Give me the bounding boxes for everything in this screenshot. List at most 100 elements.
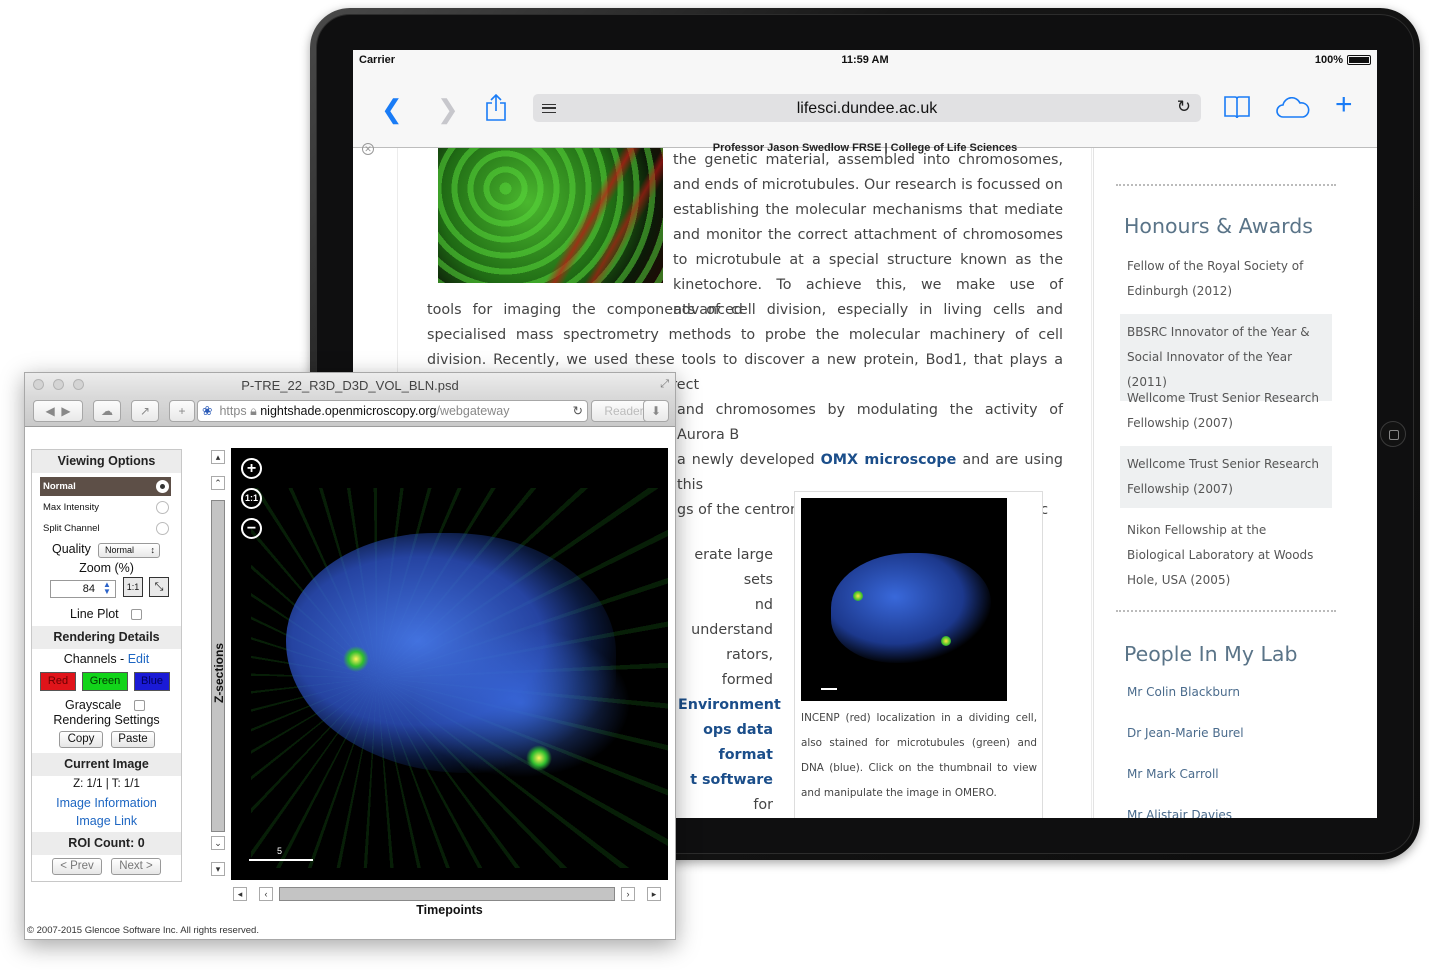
roi-count: ROI Count: 0 [32,832,181,855]
t-last-icon[interactable]: ▸ [647,887,661,901]
battery-percent: 100% [1314,54,1343,66]
address-bar[interactable]: lifesci.dundee.ac.uk ↻ [533,94,1201,122]
radio-button[interactable] [156,480,169,493]
chevron-right-icon[interactable]: ❯ [437,96,459,122]
line-plot-checkbox[interactable] [131,609,142,620]
reload-icon[interactable]: ↻ [573,401,583,421]
person-link[interactable]: Mr Colin Blackburn [1127,685,1240,699]
spot [941,636,951,646]
zoom-out-icon[interactable]: − [241,518,262,539]
t-first-icon[interactable]: ◂ [233,887,247,901]
timepoint-slider[interactable] [279,887,615,901]
channels-label: Channels [63,652,117,666]
stage: Carrier 11:59 AM 100% ❮ ❯ lifesci.dundee… [0,0,1429,970]
channel-button-red[interactable]: Red [40,672,76,691]
book-icon[interactable] [1223,94,1251,124]
z-first-icon[interactable]: ▴ [211,450,225,464]
person-link[interactable]: Dr Jean-Marie Burel [1127,726,1244,740]
next-button[interactable]: Next > [111,858,161,875]
t-prev-icon[interactable]: ‹ [259,887,273,901]
spindle-pole [526,745,552,771]
channels-edit-link[interactable]: Edit [128,652,150,666]
dna-blob [831,553,991,663]
cloud-icon[interactable] [1275,97,1311,123]
rendering-settings-label: Rendering Settings [53,713,160,727]
mode-label: Normal [43,481,76,492]
honour-item: Fellow of the Royal Society of Edinburgh… [1127,259,1304,298]
article-link[interactable]: t software [690,772,773,788]
mode-option[interactable]: Split Channel [40,519,171,538]
chevron-left-icon[interactable]: ❮ [381,96,403,122]
text: a newly developed [677,452,815,468]
text-line: erate large sets [678,543,773,593]
home-button[interactable] [1380,421,1406,447]
channel-button-blue[interactable]: Blue [134,672,170,691]
omx-microscope-link[interactable]: OMX microscope [821,452,957,468]
webgateway-viewer: Viewing Options Normal Max Intensity Split… [25,428,675,939]
back-forward-button[interactable]: ◀ ▶ [33,400,83,422]
hero-image[interactable] [438,148,663,283]
zoom-label: Zoom (%) [79,561,134,575]
download-icon[interactable]: ⬇ [643,400,669,422]
scale-bar [249,859,313,861]
article-link[interactable]: format [719,747,773,763]
figure-caption: INCENP (red) localization in a dividing … [801,712,1037,799]
person-link[interactable]: Mr Mark Carroll [1127,767,1219,781]
clock: 11:59 AM [841,54,889,66]
battery-icon [1347,55,1371,65]
image-information-link[interactable]: Image Information [32,796,181,810]
plus-icon[interactable]: + [1335,90,1353,120]
zoom-stepper[interactable]: ▲ ▼ [100,581,114,597]
article-link[interactable]: ops data [703,722,773,738]
image-link[interactable]: Image Link [32,814,181,828]
zoom-reset-button[interactable]: 1:1 [241,488,262,509]
spindle-pole [343,646,369,672]
line-plot-label: Line Plot [70,607,119,621]
share-icon[interactable] [485,93,507,126]
window-title: P-TRE_22_R3D_D3D_VOL_BLN.psd [241,378,459,393]
icloud-icon[interactable]: ☁ [93,400,121,422]
mode-option[interactable]: Normal [40,477,171,496]
radio-button[interactable] [156,522,169,535]
article-link[interactable]: Environment [678,697,781,713]
zoom-in-icon[interactable]: + [241,458,262,479]
z-up-icon[interactable]: ⌃ [211,476,225,490]
zoom-1to1-button[interactable]: 1:1 [123,577,143,597]
spot [853,591,863,601]
mode-option[interactable]: Max Intensity [40,498,171,517]
zoom-fit-icon[interactable]: ⤡ [149,577,169,597]
honours-heading: Honours & Awards [1124,214,1313,238]
channels-row: Channels - Edit [63,652,150,666]
scale-value: 5 [277,846,283,856]
url-text: lifesci.dundee.ac.uk [796,100,938,117]
reload-icon[interactable]: ↻ [1177,97,1191,117]
fullscreen-icon[interactable]: ⤢ [660,378,669,391]
person-link[interactable]: Mr Alistair Davies [1127,808,1232,818]
viewer-options-panel: Viewing Options Normal Max Intensity Split… [31,449,182,882]
prev-button[interactable]: < Prev [52,858,102,875]
text-line: nd understand [678,593,773,643]
text: for [753,797,773,813]
browser-window: P-TRE_22_R3D_D3D_VOL_BLN.psd ⤢ ◀ ▶ ☁ ↗ +… [24,372,676,940]
image-viewport[interactable]: + 1:1 − 5 [231,448,668,880]
quality-select[interactable]: Normal ↕ [98,543,160,558]
figure-thumbnail[interactable] [801,498,1007,701]
text: erate large sets [694,547,773,588]
mac-address-bar[interactable]: ❀ https 🔒︎ nightshade.openmicroscopy.org… [197,400,588,422]
honour-item: Nikon Fellowship at the Biological Labor… [1127,523,1314,587]
copy-button[interactable]: Copy [59,731,103,748]
z-down-icon[interactable]: ⌄ [211,836,225,850]
z-last-icon[interactable]: ▾ [211,862,225,876]
grayscale-checkbox[interactable] [134,700,145,711]
copyright: © 2007-2015 Glencoe Software Inc. All ri… [27,925,259,936]
radio-button[interactable] [156,501,169,514]
quality-label: Quality [52,542,91,556]
channel-button-green[interactable]: Green [82,672,128,691]
add-bookmark-icon[interactable]: + [169,400,195,422]
share-icon[interactable]: ↗ [131,400,159,422]
t-next-icon[interactable]: › [621,887,635,901]
lock-icon: 🔒︎ [250,404,257,418]
text-line: rators, formed [678,643,773,693]
timepoints-label: Timepoints [416,903,483,917]
paste-button[interactable]: Paste [111,731,155,748]
